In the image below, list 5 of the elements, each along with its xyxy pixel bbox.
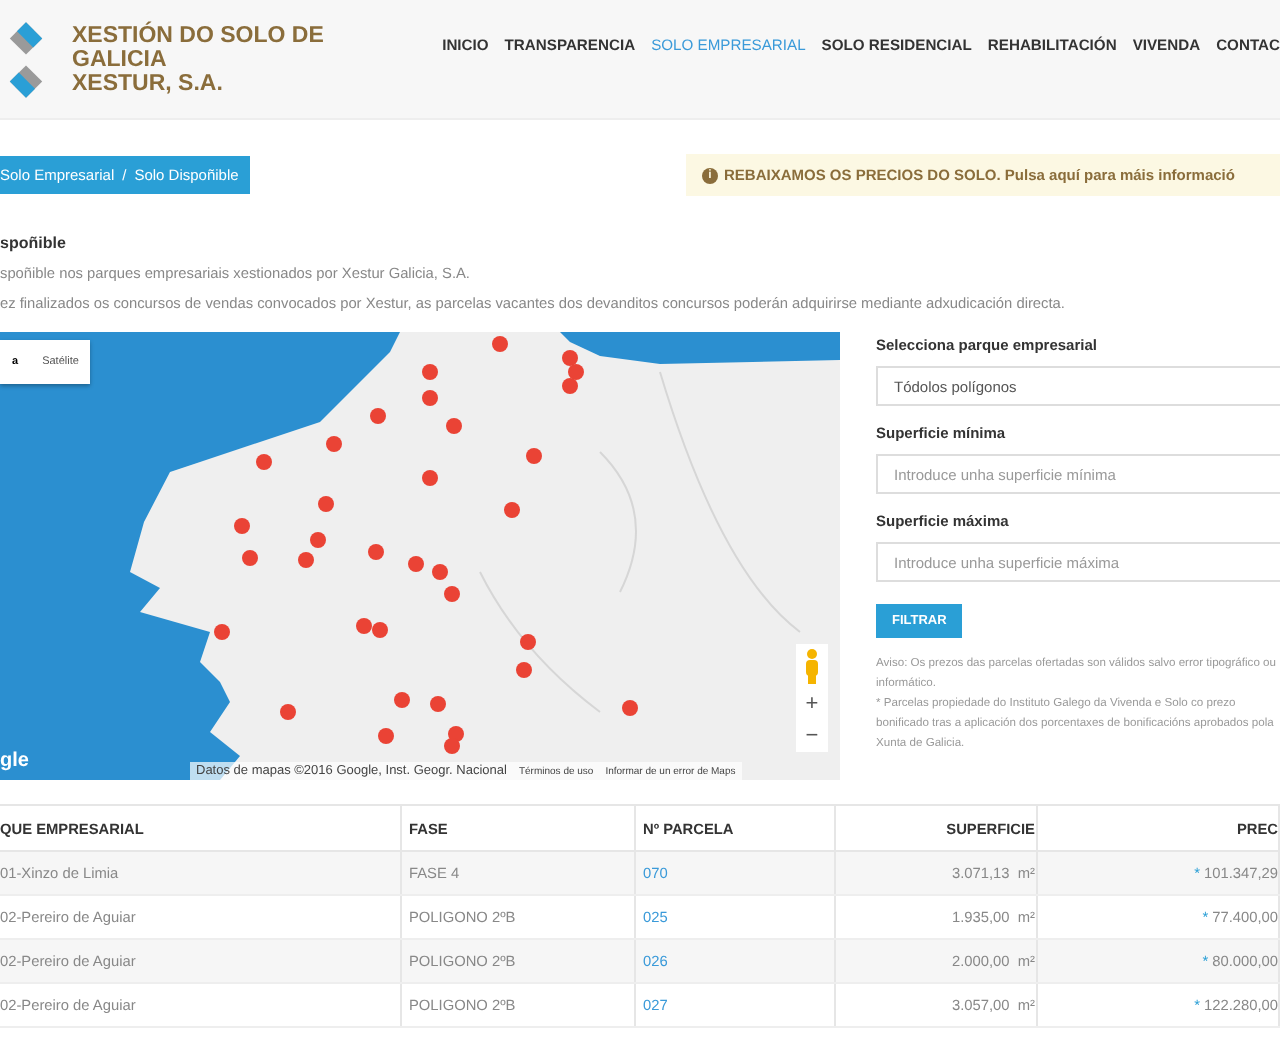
site-title: XESTUR, S.A.	[72, 71, 225, 95]
pegman-icon[interactable]	[796, 644, 828, 688]
site-title: XESTIÓN DO SOLO DE GALICIA	[72, 23, 326, 71]
section-heading: spoñible	[0, 234, 68, 252]
map-logo: gle	[0, 750, 29, 772]
